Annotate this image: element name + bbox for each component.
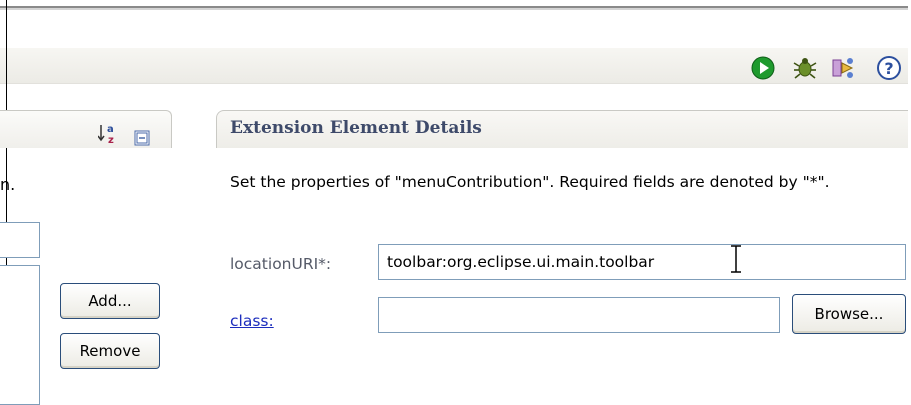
sort-alpha-icon[interactable]: a z bbox=[98, 122, 120, 144]
window-top-border-shadow bbox=[0, 8, 911, 10]
location-uri-label: locationURI*: bbox=[230, 255, 332, 273]
class-field[interactable] bbox=[378, 297, 780, 333]
debug-icon[interactable] bbox=[792, 55, 818, 81]
filter-input[interactable] bbox=[0, 222, 40, 258]
class-link[interactable]: class: bbox=[230, 312, 274, 330]
svg-text:z: z bbox=[108, 135, 114, 144]
collapse-all-icon[interactable] bbox=[134, 130, 150, 146]
export-wizard-icon[interactable] bbox=[830, 55, 856, 81]
svg-text:a: a bbox=[107, 124, 114, 135]
browse-button[interactable]: Browse... bbox=[792, 294, 906, 334]
location-uri-field[interactable] bbox=[378, 244, 906, 280]
add-button[interactable]: Add... bbox=[60, 283, 160, 319]
details-description: Set the properties of "menuContribution"… bbox=[230, 173, 830, 191]
left-description-fragment: n. bbox=[0, 175, 16, 194]
details-title: Extension Element Details bbox=[230, 118, 482, 138]
svg-text:?: ? bbox=[884, 59, 893, 78]
run-icon[interactable] bbox=[750, 55, 776, 81]
remove-button[interactable]: Remove bbox=[60, 333, 160, 369]
extensions-tree[interactable] bbox=[0, 265, 40, 405]
help-icon[interactable]: ? bbox=[876, 55, 902, 81]
text-cursor-icon bbox=[731, 245, 741, 273]
